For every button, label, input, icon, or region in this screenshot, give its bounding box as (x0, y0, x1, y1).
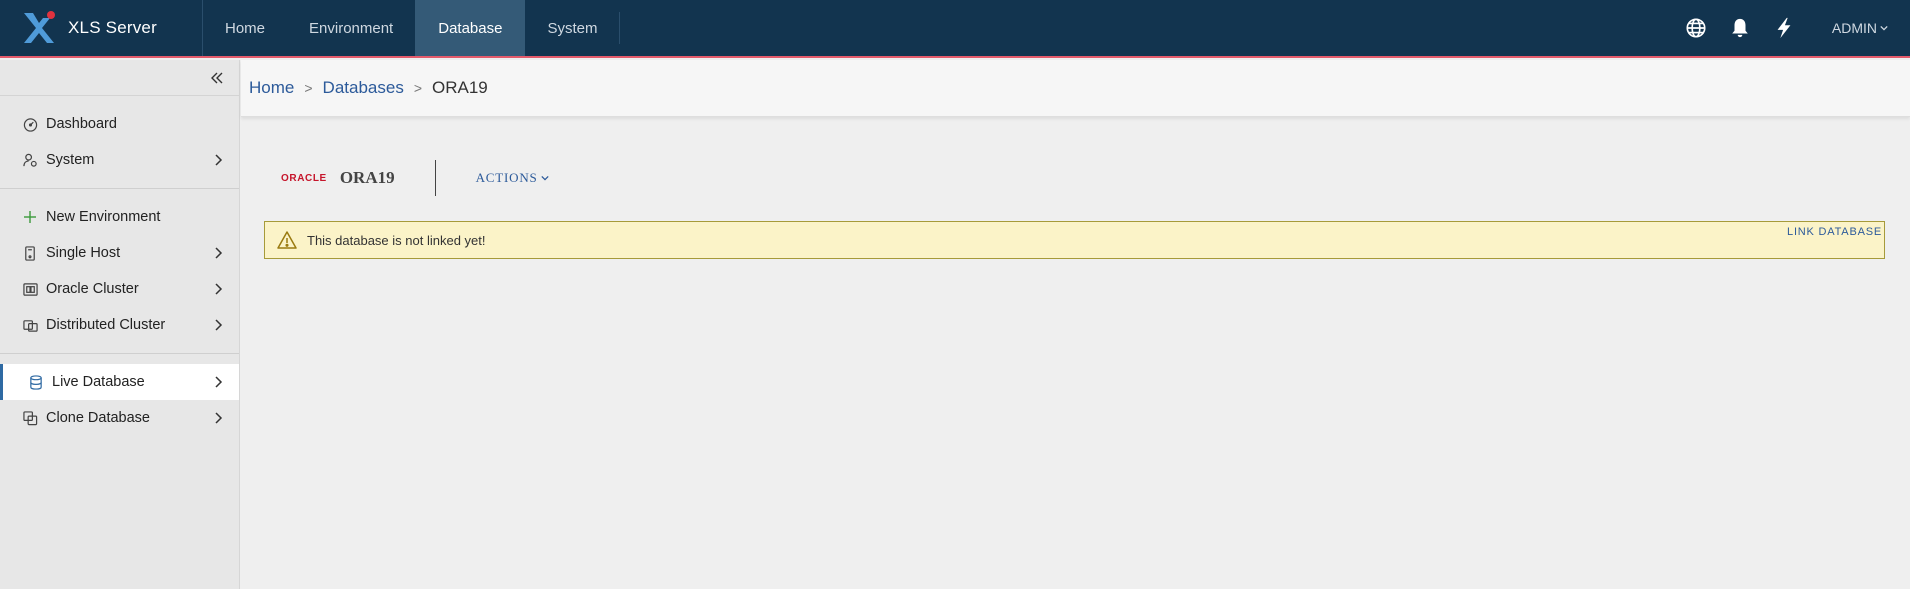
user-gear-icon (22, 152, 38, 168)
chevron-down-icon (540, 175, 549, 181)
top-nav: Home Environment Database System (202, 0, 621, 56)
nav-home[interactable]: Home (203, 0, 287, 56)
chevron-right-icon (213, 319, 225, 331)
sidebar-item-distributed-cluster[interactable]: Distributed Cluster (0, 307, 239, 343)
user-name: ADMIN (1831, 20, 1877, 36)
sidebar-item-live-database[interactable]: Live Database (0, 364, 239, 400)
database-header: ORACLE ORA19 ACTIONS (281, 158, 549, 198)
sidebar-item-oracle-cluster[interactable]: Oracle Cluster (0, 271, 239, 307)
database-name: ORA19 (339, 168, 395, 187)
sidebar-group-environment: New Environment Single Host Oracle Clust… (0, 189, 239, 354)
top-right-tools: ADMIN (1684, 0, 1910, 56)
nav-environment[interactable]: Environment (287, 0, 415, 56)
sidebar-group-database: Live Database Clone Database (0, 354, 239, 446)
breadcrumb: Home > Databases > ORA19 (241, 60, 1910, 117)
nav-database[interactable]: Database (415, 0, 526, 56)
sidebar-item-dashboard[interactable]: Dashboard (0, 106, 239, 142)
breadcrumb-home[interactable]: Home (249, 78, 294, 98)
bell-icon[interactable] (1728, 16, 1752, 40)
breadcrumb-separator: > (413, 80, 423, 96)
app-title: XLS Server (68, 18, 157, 37)
server-icon (22, 245, 38, 261)
database-icon (28, 374, 44, 390)
clone-icon (22, 410, 38, 426)
breadcrumb-databases[interactable]: Databases (323, 78, 404, 98)
globe-icon[interactable] (1684, 16, 1708, 40)
lightning-icon[interactable] (1772, 16, 1796, 40)
link-database-button[interactable]: LINK DATABASE (1787, 226, 1882, 238)
chevron-right-icon (213, 283, 225, 295)
not-linked-alert: This database is not linked yet! LINK DA… (264, 221, 1885, 259)
sidebar-group-general: Dashboard System (0, 96, 239, 189)
oracle-logo: ORACLE (281, 172, 327, 184)
sidebar-item-label: Dashboard (46, 116, 117, 132)
sidebar-item-label: Distributed Cluster (46, 317, 166, 333)
header-divider (434, 160, 436, 196)
sidebar-item-single-host[interactable]: Single Host (0, 235, 239, 271)
brand[interactable]: XLS Server (0, 0, 202, 56)
sidebar: Dashboard System New Environment Single … (0, 60, 240, 589)
chevron-right-icon (213, 154, 225, 166)
sidebar-item-clone-database[interactable]: Clone Database (0, 400, 239, 436)
sidebar-collapse-bar (0, 60, 239, 96)
chevron-right-icon (213, 376, 225, 388)
distributed-icon (22, 317, 38, 333)
top-navbar: XLS Server Home Environment Database Sys… (0, 0, 1910, 58)
cluster-icon (22, 281, 38, 297)
nav-divider (619, 12, 621, 44)
sidebar-item-label: Oracle Cluster (46, 281, 139, 297)
nav-system[interactable]: System (525, 0, 619, 56)
user-menu[interactable]: ADMIN (1832, 20, 1888, 36)
actions-dropdown[interactable]: ACTIONS (476, 170, 549, 186)
sidebar-item-system[interactable]: System (0, 142, 239, 178)
xls-logo-icon (20, 9, 58, 47)
chevron-right-icon (213, 247, 225, 259)
sidebar-item-new-environment[interactable]: New Environment (0, 199, 239, 235)
sidebar-item-label: System (46, 152, 95, 168)
breadcrumb-separator: > (304, 80, 313, 96)
breadcrumb-current: ORA19 (432, 78, 488, 97)
sidebar-item-label: New Environment (46, 209, 161, 225)
alert-message: This database is not linked yet! (307, 232, 486, 248)
warning-icon (277, 230, 297, 250)
sidebar-item-label: Single Host (46, 245, 121, 261)
chevron-down-icon (1880, 25, 1888, 31)
chevron-right-icon (213, 412, 225, 424)
gauge-icon (22, 116, 38, 132)
sidebar-item-label: Clone Database (46, 410, 150, 426)
sidebar-item-label: Live Database (52, 374, 145, 390)
actions-label: ACTIONS (475, 170, 538, 185)
plus-icon (22, 209, 38, 225)
collapse-sidebar-icon[interactable] (207, 68, 227, 88)
